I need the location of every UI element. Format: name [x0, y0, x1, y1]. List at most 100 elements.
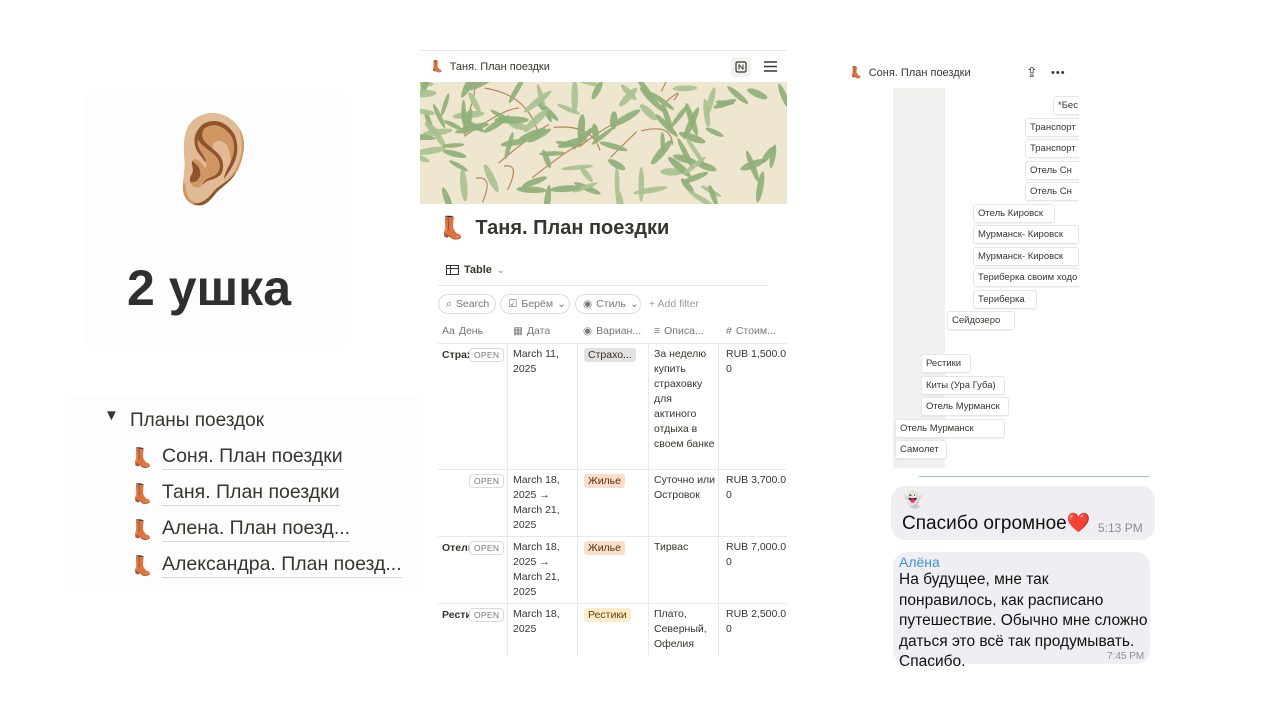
grid-line [648, 343, 649, 656]
graph-card[interactable]: Отель Мурманск [895, 419, 1005, 438]
chat-message-time: 5:13 PM [1098, 521, 1143, 535]
grid-line [438, 536, 787, 537]
notion-page: 👢 Таня. План поездки 👢 Таня. План поездк… [420, 50, 787, 656]
view-tab-table[interactable]: Table ⌄ [446, 264, 504, 276]
plan-link-tanya[interactable]: 👢 Таня. План поездки [130, 478, 340, 508]
filter-take-label: Берём [521, 298, 554, 310]
graph-card[interactable]: Териберка своим ходо [973, 268, 1079, 287]
graph-card[interactable]: Транспорт [1025, 139, 1079, 158]
graph-card[interactable]: Отель Сн [1025, 182, 1079, 201]
graph-card[interactable]: Рестики [921, 354, 971, 373]
page-cover-image [420, 82, 787, 204]
page-title-text: Таня. План поездки [475, 217, 670, 239]
plan-link-sonya[interactable]: 👢 Соня. План поездки [130, 442, 343, 472]
open-button[interactable]: OPEN [469, 474, 505, 488]
select-icon: ◉ [583, 298, 593, 310]
leaf-shape [516, 186, 547, 194]
more-icon[interactable]: ••• [1051, 67, 1066, 79]
row-description[interactable]: Суточно или Островок [654, 473, 716, 503]
divider [438, 285, 768, 286]
chevron-down-icon: ⌄ [496, 264, 505, 275]
column-header-cost[interactable]: # Стоим... [726, 325, 776, 337]
plan-link-alena[interactable]: 👢 Алена. План поезд... [130, 514, 351, 544]
plan-link-label[interactable]: Соня. План поездки [162, 445, 343, 470]
graph-card[interactable]: Отель Кировск [973, 204, 1055, 223]
row-date[interactable]: March 18, 2025 [513, 607, 573, 637]
column-header-day[interactable]: Aa День [442, 325, 483, 337]
plans-title: Планы поездок [130, 410, 265, 431]
row-cost[interactable]: RUB 3,700.00 [726, 473, 787, 503]
row-day[interactable]: Рести [442, 608, 472, 623]
willow-leaves-pattern [420, 82, 787, 204]
open-button[interactable]: OPEN [469, 541, 505, 555]
plan-link-label[interactable]: Алена. План поезд... [162, 517, 351, 542]
row-tag[interactable]: Страхо... [584, 348, 636, 362]
page-title: 👢 Таня. План поездки [438, 216, 669, 241]
graph-card[interactable]: Мурманск- Кировск [973, 225, 1079, 244]
leaf-shape [778, 83, 787, 109]
chevron-down-icon: ⌄ [557, 298, 566, 310]
row-cost[interactable]: RUB 2,500.00 [726, 607, 787, 637]
graph-card[interactable]: Териберка [973, 290, 1037, 309]
grid-line [718, 343, 719, 656]
grid-line [438, 603, 787, 604]
row-date[interactable]: March 18, 2025 → March 21, 2025 [513, 473, 573, 533]
breadcrumb-label: Таня. План поездки [449, 60, 550, 73]
toggle-triangle-icon[interactable]: ▼ [104, 407, 119, 424]
graph-card[interactable]: Отель Мурманск [921, 397, 1009, 416]
ghost-icon: 👻 [903, 490, 923, 509]
filter-take[interactable]: ☑ Берём ⌄ [500, 294, 570, 314]
graph-card[interactable]: Транспорт [1025, 118, 1079, 137]
plan-link-label[interactable]: Александра. План поезд... [162, 553, 402, 578]
plan-link-alexandra[interactable]: 👢 Александра. План поезд... [130, 550, 402, 580]
graph-card[interactable]: Отель Сн [1025, 161, 1079, 180]
graph-card[interactable]: Сейдозеро [947, 311, 1015, 330]
row-tag[interactable]: Жилье [584, 474, 625, 488]
graph-card[interactable]: Киты (Ура Губа) [921, 376, 1005, 395]
plans-toggle-block: ▼ Планы поездок 👢 Соня. План поездки 👢 Т… [66, 396, 418, 592]
column-header-description[interactable]: ≡ Описа... [654, 325, 704, 337]
add-filter-button[interactable]: + Add filter [649, 298, 699, 310]
row-cost[interactable]: RUB 1,500.00 [726, 347, 787, 377]
view-tab-label: Table [464, 264, 492, 276]
leaf-shape [443, 149, 467, 159]
row-tag[interactable]: Рестики [584, 608, 631, 622]
leaf-shape [705, 127, 724, 137]
chat-author[interactable]: Алёна [899, 554, 940, 570]
share-icon[interactable]: ⇪ [1026, 64, 1038, 81]
plan-link-label[interactable]: Таня. План поездки [162, 481, 340, 506]
filter-style[interactable]: ◉ Стиль ⌄ [575, 294, 641, 314]
search-pill[interactable]: ⌕ Search [438, 294, 496, 314]
column-header-date[interactable]: ▦ Дата [513, 325, 550, 337]
open-button[interactable]: OPEN [469, 608, 505, 622]
menu-icon[interactable] [760, 57, 780, 77]
boot-icon: 👢 [438, 216, 466, 241]
ear-card-title: 2 ушка [127, 260, 292, 316]
row-tag[interactable]: Жилье [584, 541, 625, 555]
breadcrumb[interactable]: 👢 Таня. План поездки [430, 60, 550, 73]
breadcrumb[interactable]: 👢 Соня. План поездки [849, 66, 971, 79]
leaf-shape [460, 168, 468, 202]
column-header-label: Дата [526, 325, 551, 337]
chat-message-time: 7:45 PM [1107, 651, 1145, 662]
graph-card[interactable]: Мурманск- Кировск [973, 247, 1079, 266]
table-icon [446, 265, 459, 275]
row-description[interactable]: За неделю купить страховку для актиного … [654, 347, 716, 452]
row-description[interactable]: Плато, Северный, Офелия [654, 607, 716, 652]
row-date[interactable]: March 18, 2025 → March 21, 2025 [513, 540, 573, 600]
row-cost[interactable]: RUB 7,000.00 [726, 540, 787, 570]
row-date[interactable]: March 11, 2025 [513, 347, 573, 377]
grid-line [507, 343, 508, 656]
notion-logo-icon[interactable] [731, 57, 751, 77]
column-header-label: Вариан... [596, 325, 642, 337]
leaf-shape [500, 138, 528, 147]
row-description[interactable]: Тирвас [654, 540, 716, 555]
number-icon: # [726, 325, 732, 337]
open-button[interactable]: OPEN [469, 348, 505, 362]
ear-icon: 👂🏼 [155, 105, 270, 212]
boot-icon: 👢 [130, 446, 154, 469]
graph-card[interactable]: Самолет [895, 440, 947, 459]
graph-card[interactable]: *Бес [1053, 96, 1079, 115]
column-header-variant[interactable]: ◉ Вариан... [583, 325, 641, 337]
plus-icon: + [649, 298, 656, 310]
